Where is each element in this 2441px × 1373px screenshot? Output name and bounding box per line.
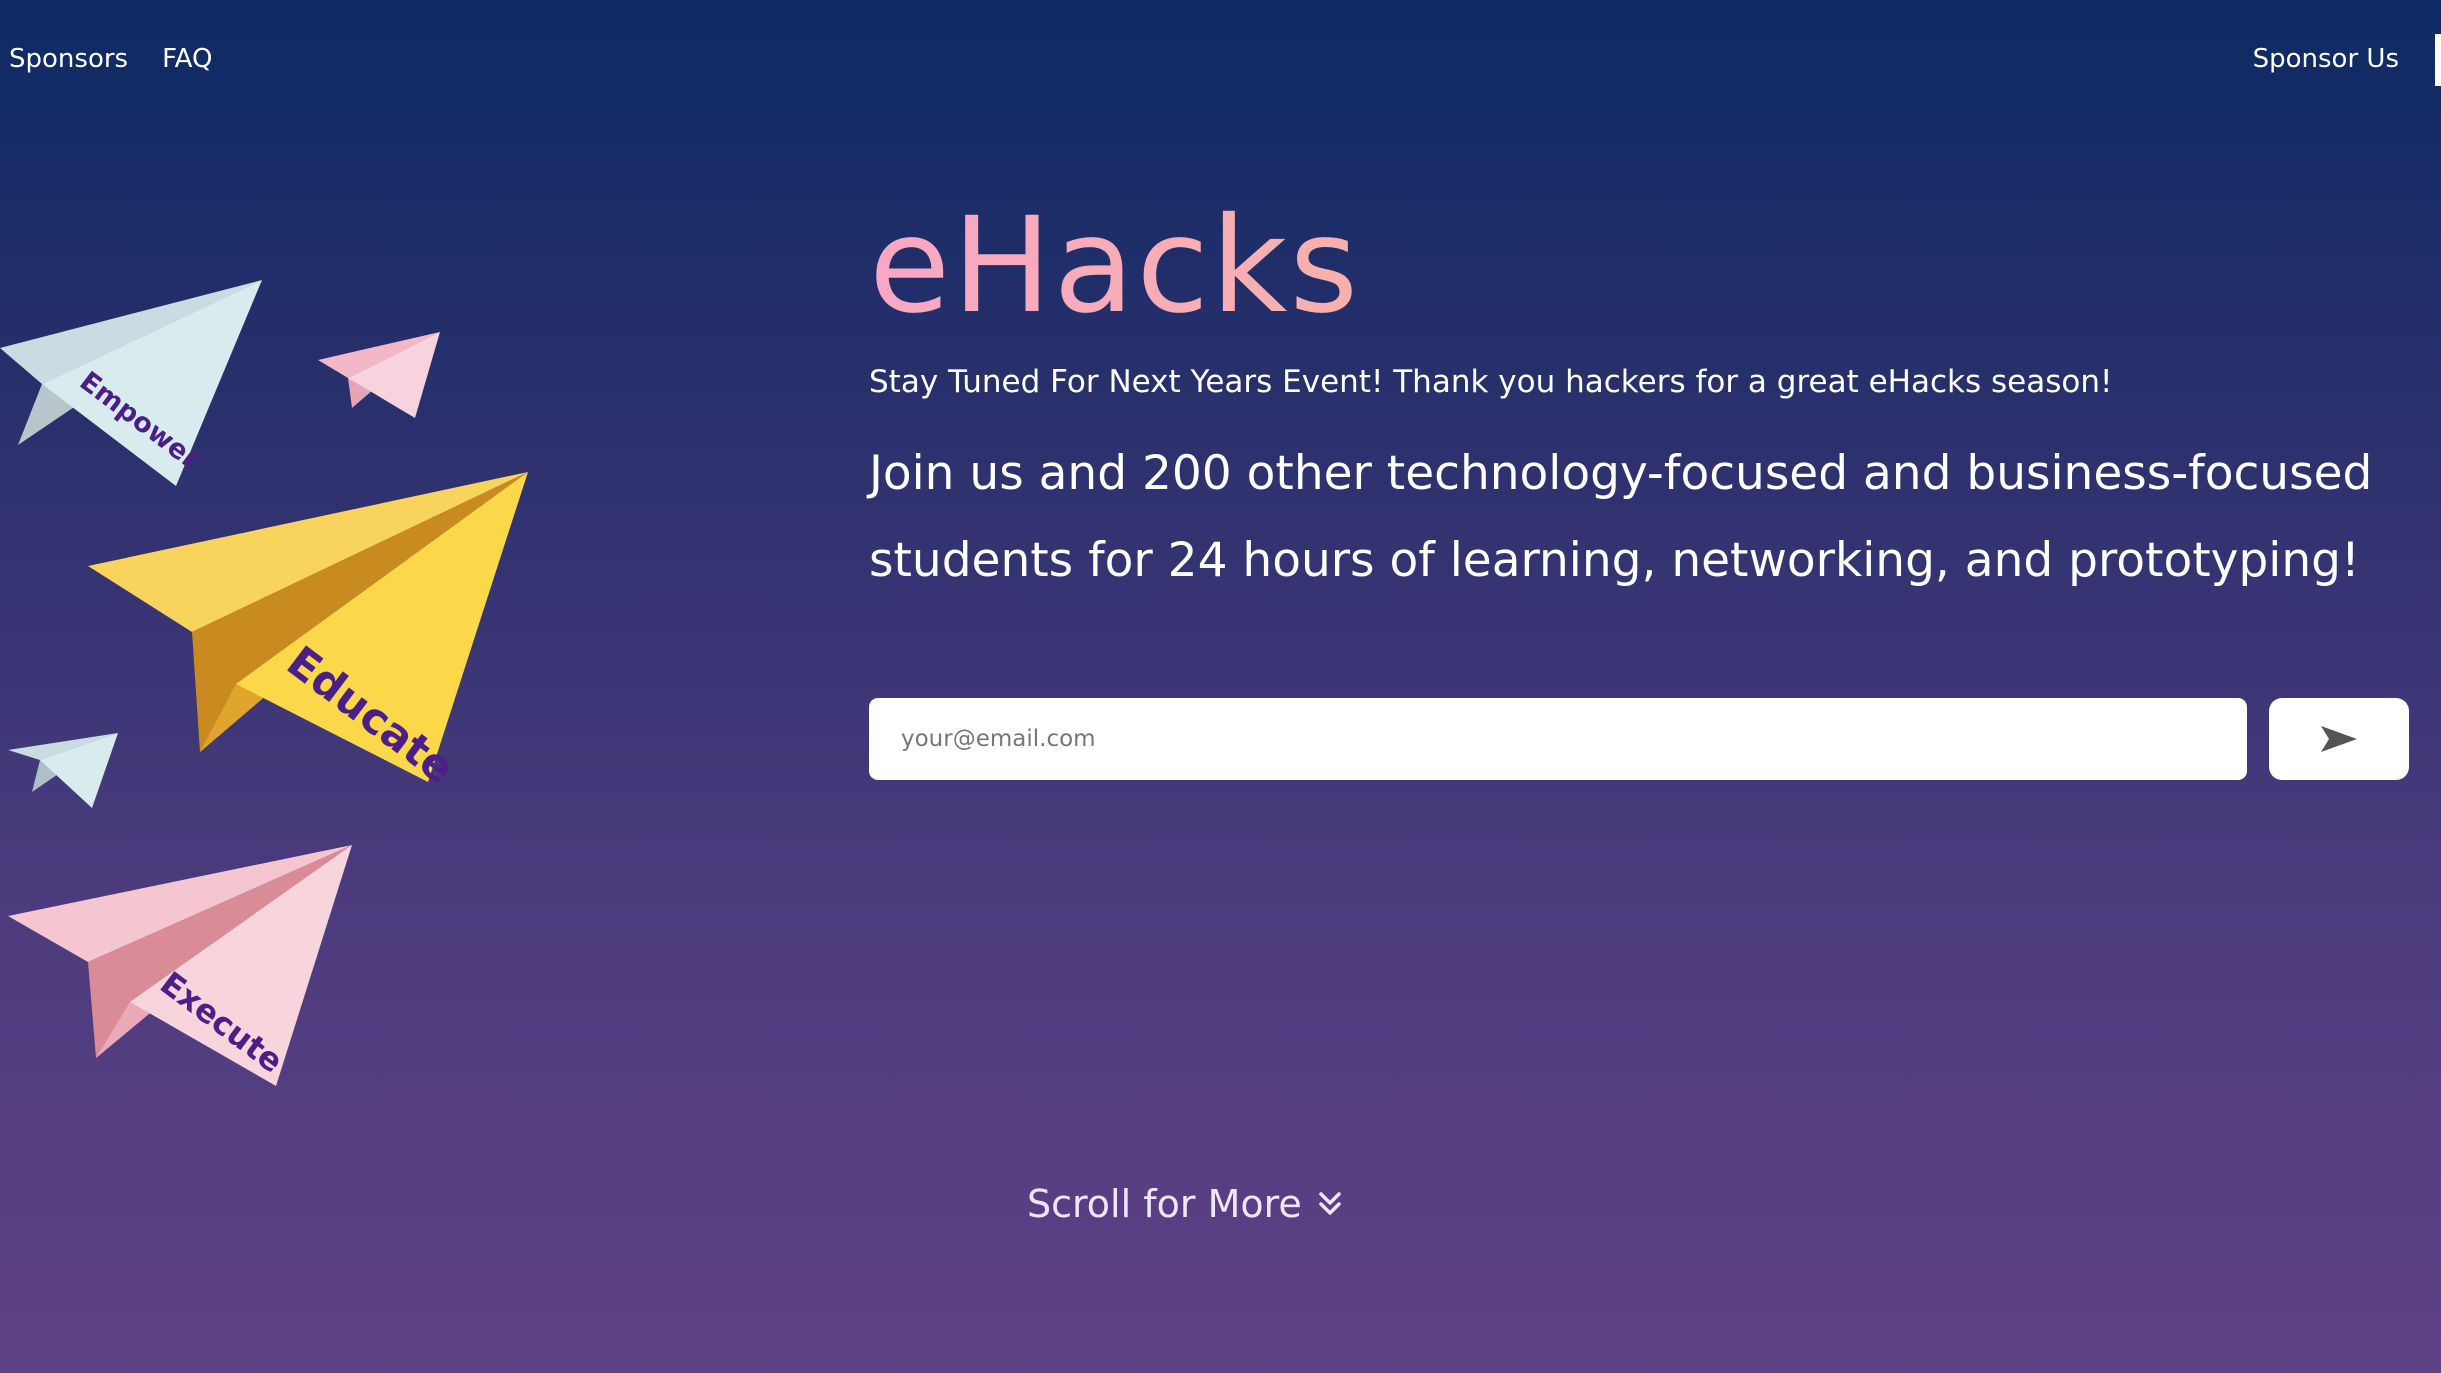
hero-section: eHacks Stay Tuned For Next Years Event! … — [869, 200, 2409, 604]
nav-right-group: Sponsor Us — [2253, 44, 2399, 74]
email-input[interactable] — [869, 698, 2247, 780]
plane-small-blue — [8, 733, 118, 808]
nav-left-group: Sponsors FAQ — [9, 44, 212, 74]
plane-empower: Empower — [0, 280, 262, 486]
scroll-for-more-link[interactable]: Scroll for More — [1027, 1182, 1342, 1226]
plane-educate: Educate — [88, 472, 528, 794]
email-signup-form — [869, 698, 2409, 780]
nav-link-sponsors[interactable]: Sponsors — [9, 44, 128, 74]
hero-announcement: Stay Tuned For Next Years Event! Thank y… — [869, 364, 2113, 400]
hero-pitch: Join us and 200 other technology-focused… — [869, 446, 2373, 588]
email-submit-button[interactable] — [2269, 698, 2409, 780]
double-chevron-down-icon — [1319, 1192, 1341, 1215]
hero-title: eHacks — [869, 200, 2409, 332]
plane-small-pink — [318, 332, 440, 418]
scroll-for-more-label: Scroll for More — [1027, 1182, 1302, 1226]
nav-link-sponsor-us[interactable]: Sponsor Us — [2253, 44, 2399, 74]
paper-planes-illustration: Empower Educate Execute — [0, 280, 528, 1086]
send-arrow-icon — [2321, 726, 2357, 752]
plane-execute: Execute — [8, 845, 352, 1086]
cut-off-nav-button[interactable] — [2435, 34, 2441, 86]
nav-link-faq[interactable]: FAQ — [162, 44, 212, 74]
